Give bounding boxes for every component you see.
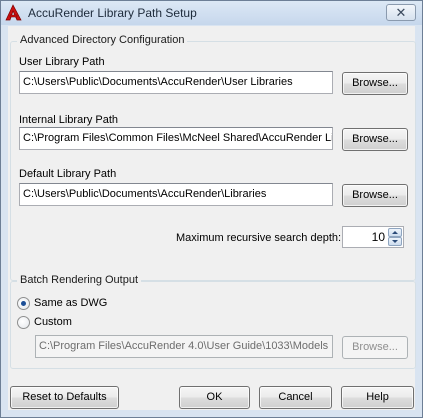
reset-to-defaults-button[interactable]: Reset to Defaults [10,386,119,409]
spin-down-arrow-icon[interactable] [388,237,402,246]
same-as-dwg-radio[interactable] [17,297,30,310]
close-icon[interactable]: ✕ [386,4,416,21]
help-button[interactable]: Help [341,386,414,409]
batch-rendering-legend: Batch Rendering Output [17,274,142,286]
custom-radio[interactable] [17,316,30,329]
window-title: AccuRender Library Path Setup [28,6,197,20]
spin-up-arrow-icon[interactable] [388,228,402,237]
internal-library-label: Internal Library Path [19,114,119,126]
default-library-path-input[interactable]: C:\Users\Public\Documents\AccuRender\Lib… [19,183,333,206]
advanced-directory-legend: Advanced Directory Configuration [17,34,188,46]
ok-button[interactable]: OK [179,386,250,409]
advanced-directory-group: Advanced Directory Configuration User Li… [10,34,416,281]
dialog-window: AccuRender Library Path Setup ✕ Advanced… [0,0,423,418]
search-depth-label: Maximum recursive search depth: [176,232,342,244]
custom-output-browse-button: Browse... [342,336,408,359]
user-library-path-input[interactable]: C:\Users\Public\Documents\AccuRender\Use… [19,71,333,94]
default-library-browse-button[interactable]: Browse... [342,184,408,207]
user-library-browse-button[interactable]: Browse... [342,72,408,95]
internal-library-path-input[interactable]: C:\Program Files\Common Files\McNeel Sha… [19,127,333,150]
search-depth-spinner[interactable]: 10 [342,226,404,248]
custom-output-path-input: C:\Program Files\AccuRender 4.0\User Gui… [35,335,333,358]
custom-label[interactable]: Custom [34,316,72,328]
user-library-label: User Library Path [19,56,105,68]
dialog-body: Advanced Directory Configuration User Li… [8,26,416,410]
cancel-button[interactable]: Cancel [259,386,332,409]
batch-rendering-group: Batch Rendering Output Same as DWG Custo… [10,274,416,369]
search-depth-value[interactable]: 10 [372,230,385,244]
title-bar[interactable]: AccuRender Library Path Setup ✕ [1,1,422,25]
accurender-app-icon [5,4,22,21]
internal-library-browse-button[interactable]: Browse... [342,128,408,151]
default-library-label: Default Library Path [19,168,117,180]
same-as-dwg-label[interactable]: Same as DWG [34,297,107,309]
